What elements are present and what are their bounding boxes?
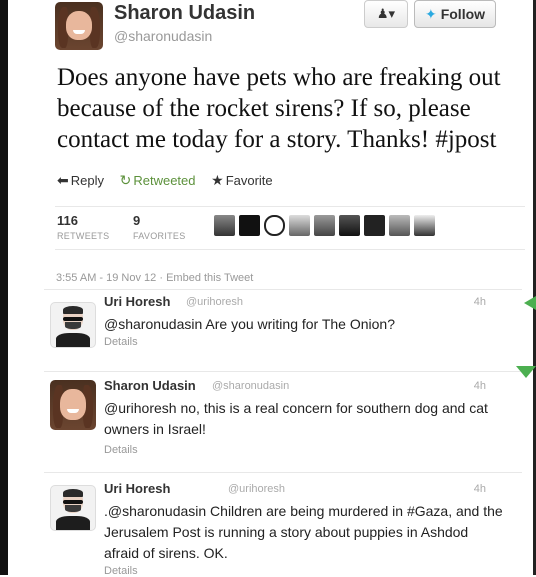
reply-marker [516, 366, 536, 378]
favoriter-avatar[interactable] [339, 215, 360, 236]
reply-details-link[interactable]: Details [104, 444, 138, 456]
favorite-label: Favorite [225, 173, 273, 188]
reply-author-handle[interactable]: @sharonudasin [212, 380, 289, 392]
favoriter-avatar[interactable] [414, 215, 435, 236]
favoriter-avatar[interactable] [389, 215, 410, 236]
left-edge-bar [0, 0, 8, 575]
reply-text: @urihoresh no, this is a real concern fo… [104, 400, 488, 437]
retweet-label: Retweeted [133, 173, 196, 188]
reply-button[interactable]: ⬅ Reply [57, 172, 104, 189]
favoriters-avatars [214, 215, 439, 236]
favorites-count[interactable]: 9 [133, 213, 140, 228]
favoriter-avatar[interactable] [214, 215, 235, 236]
star-icon: ★ [211, 172, 224, 188]
retweet-button[interactable]: ↻ Retweeted [120, 172, 196, 189]
tweet-actions: ⬅ Reply ↻ Retweeted ★ Favorite [57, 172, 285, 189]
twitter-bird-icon: ✦ [424, 6, 437, 22]
author-handle[interactable]: @sharonudasin [114, 28, 212, 44]
reply-details-link[interactable]: Details [104, 336, 138, 348]
embed-link[interactable]: Embed this Tweet [166, 272, 253, 284]
reply-author-handle[interactable]: @urihoresh [186, 296, 243, 308]
tweet-meta: 3:55 AM - 19 Nov 12 · Embed this Tweet [56, 272, 253, 284]
reply-time[interactable]: 4h [474, 296, 486, 308]
user-dropdown-icon: ♟▾ [376, 6, 396, 21]
author-name[interactable]: Sharon Udasin [114, 2, 255, 25]
favorite-button[interactable]: ★ Favorite [211, 172, 273, 189]
user-dropdown-button[interactable]: ♟▾ [364, 0, 408, 28]
reply-label: Reply [70, 173, 104, 188]
favoriter-avatar[interactable] [314, 215, 335, 236]
retweets-count[interactable]: 116 [57, 213, 78, 228]
reply-avatar[interactable] [50, 485, 96, 531]
retweet-icon: ↻ [119, 172, 132, 188]
reply-time[interactable]: 4h [474, 483, 486, 495]
reply-item: Uri Horesh @urihoresh 4h @sharonudasin A… [44, 289, 522, 372]
retweets-label[interactable]: RETWEETS [57, 231, 109, 241]
reply-marker [524, 296, 536, 310]
reply-text: @sharonudasin Are you writing for The On… [104, 316, 396, 332]
follow-button[interactable]: ✦ Follow [414, 0, 496, 28]
reply-author-name[interactable]: Uri Horesh [104, 294, 170, 309]
favoriter-avatar[interactable] [289, 215, 310, 236]
reply-author-name[interactable]: Sharon Udasin [104, 378, 196, 393]
reply-avatar[interactable] [50, 380, 96, 430]
tweet-timestamp[interactable]: 3:55 AM - 19 Nov 12 [56, 272, 156, 284]
reply-avatar[interactable] [50, 302, 96, 348]
author-avatar[interactable] [55, 2, 103, 50]
reply-item: Sharon Udasin @sharonudasin 4h @urihores… [44, 371, 522, 472]
reply-arrow-icon: ⬅ [57, 172, 69, 188]
reply-item: Uri Horesh @urihoresh 4h .@sharonudasin … [44, 472, 522, 577]
tweet-text: Does anyone have pets who are freaking o… [57, 64, 501, 153]
reply-author-handle[interactable]: @urihoresh [228, 483, 285, 495]
reply-time[interactable]: 4h [474, 380, 486, 392]
favoriter-avatar[interactable] [264, 215, 285, 236]
favorites-label[interactable]: FAVORITES [133, 231, 186, 241]
favoriter-avatar[interactable] [239, 215, 260, 236]
reply-text: .@sharonudasin Children are being murder… [104, 503, 503, 561]
tweet-stats: 116 RETWEETS 9 FAVORITES [55, 206, 525, 250]
favoriter-avatar[interactable] [364, 215, 385, 236]
reply-author-name[interactable]: Uri Horesh [104, 481, 170, 496]
follow-label: Follow [440, 6, 486, 22]
reply-details-link[interactable]: Details [104, 565, 138, 577]
